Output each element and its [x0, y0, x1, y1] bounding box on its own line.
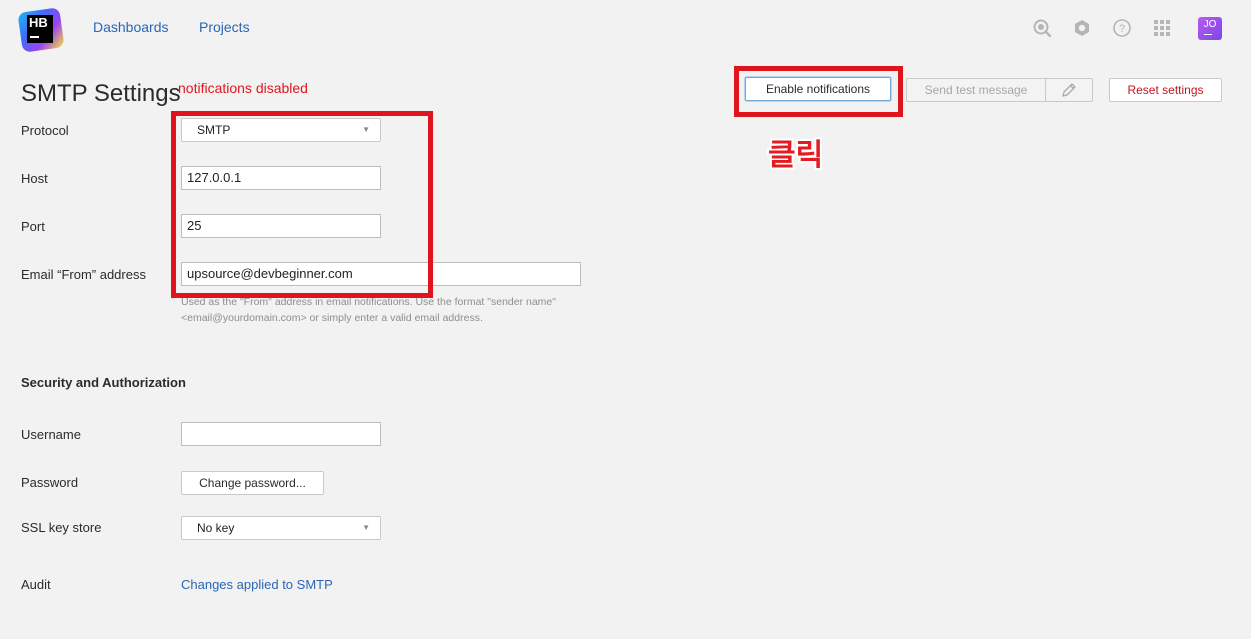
nav-projects[interactable]: Projects: [199, 19, 250, 35]
protocol-select[interactable]: SMTP ▼: [181, 118, 381, 142]
email-from-input[interactable]: upsource@devbeginner.com: [181, 262, 581, 286]
protocol-value: SMTP: [197, 123, 231, 137]
email-from-label: Email “From” address: [21, 267, 146, 282]
audit-label: Audit: [21, 577, 51, 592]
pencil-icon: [1062, 83, 1076, 97]
username-input[interactable]: [181, 422, 381, 446]
notifications-status: notifications disabled: [178, 80, 308, 96]
email-from-hint: Used as the "From" address in email noti…: [181, 296, 556, 324]
send-test-message-button[interactable]: Send test message: [906, 78, 1046, 102]
password-label: Password: [21, 475, 79, 490]
reset-settings-button[interactable]: Reset settings: [1109, 78, 1222, 102]
svg-text:?: ?: [1119, 23, 1125, 35]
nav-dashboards[interactable]: Dashboards: [93, 19, 169, 35]
port-input[interactable]: 25: [181, 214, 381, 238]
ssl-key-store-select[interactable]: No key ▼: [181, 516, 381, 540]
search-icon[interactable]: [1032, 18, 1052, 38]
page-title: SMTP Settings: [21, 80, 181, 107]
security-section-title: Security and Authorization: [21, 375, 186, 390]
app-logo[interactable]: HB: [17, 7, 65, 53]
host-label: Host: [21, 171, 48, 186]
help-icon[interactable]: ?: [1112, 18, 1132, 38]
edit-button[interactable]: [1045, 78, 1093, 102]
click-annotation: 클릭: [768, 138, 824, 173]
enable-notifications-button[interactable]: Enable notifications: [745, 77, 891, 101]
chevron-down-icon: ▼: [362, 125, 370, 134]
apps-grid-icon[interactable]: [1152, 18, 1172, 38]
hexagon-icon[interactable]: [1072, 18, 1092, 38]
logo-text: HB: [29, 15, 48, 30]
ssl-key-store-label: SSL key store: [21, 520, 102, 535]
ssl-key-store-value: No key: [197, 521, 235, 535]
protocol-label: Protocol: [21, 123, 69, 138]
username-label: Username: [21, 427, 81, 442]
change-password-button[interactable]: Change password...: [181, 471, 324, 495]
port-label: Port: [21, 219, 45, 234]
chevron-down-icon: ▼: [362, 523, 370, 532]
host-input[interactable]: 127.0.0.1: [181, 166, 381, 190]
avatar-initials: JO: [1203, 19, 1217, 30]
audit-changes-link[interactable]: Changes applied to SMTP: [181, 577, 333, 592]
user-avatar[interactable]: JO: [1198, 17, 1222, 40]
